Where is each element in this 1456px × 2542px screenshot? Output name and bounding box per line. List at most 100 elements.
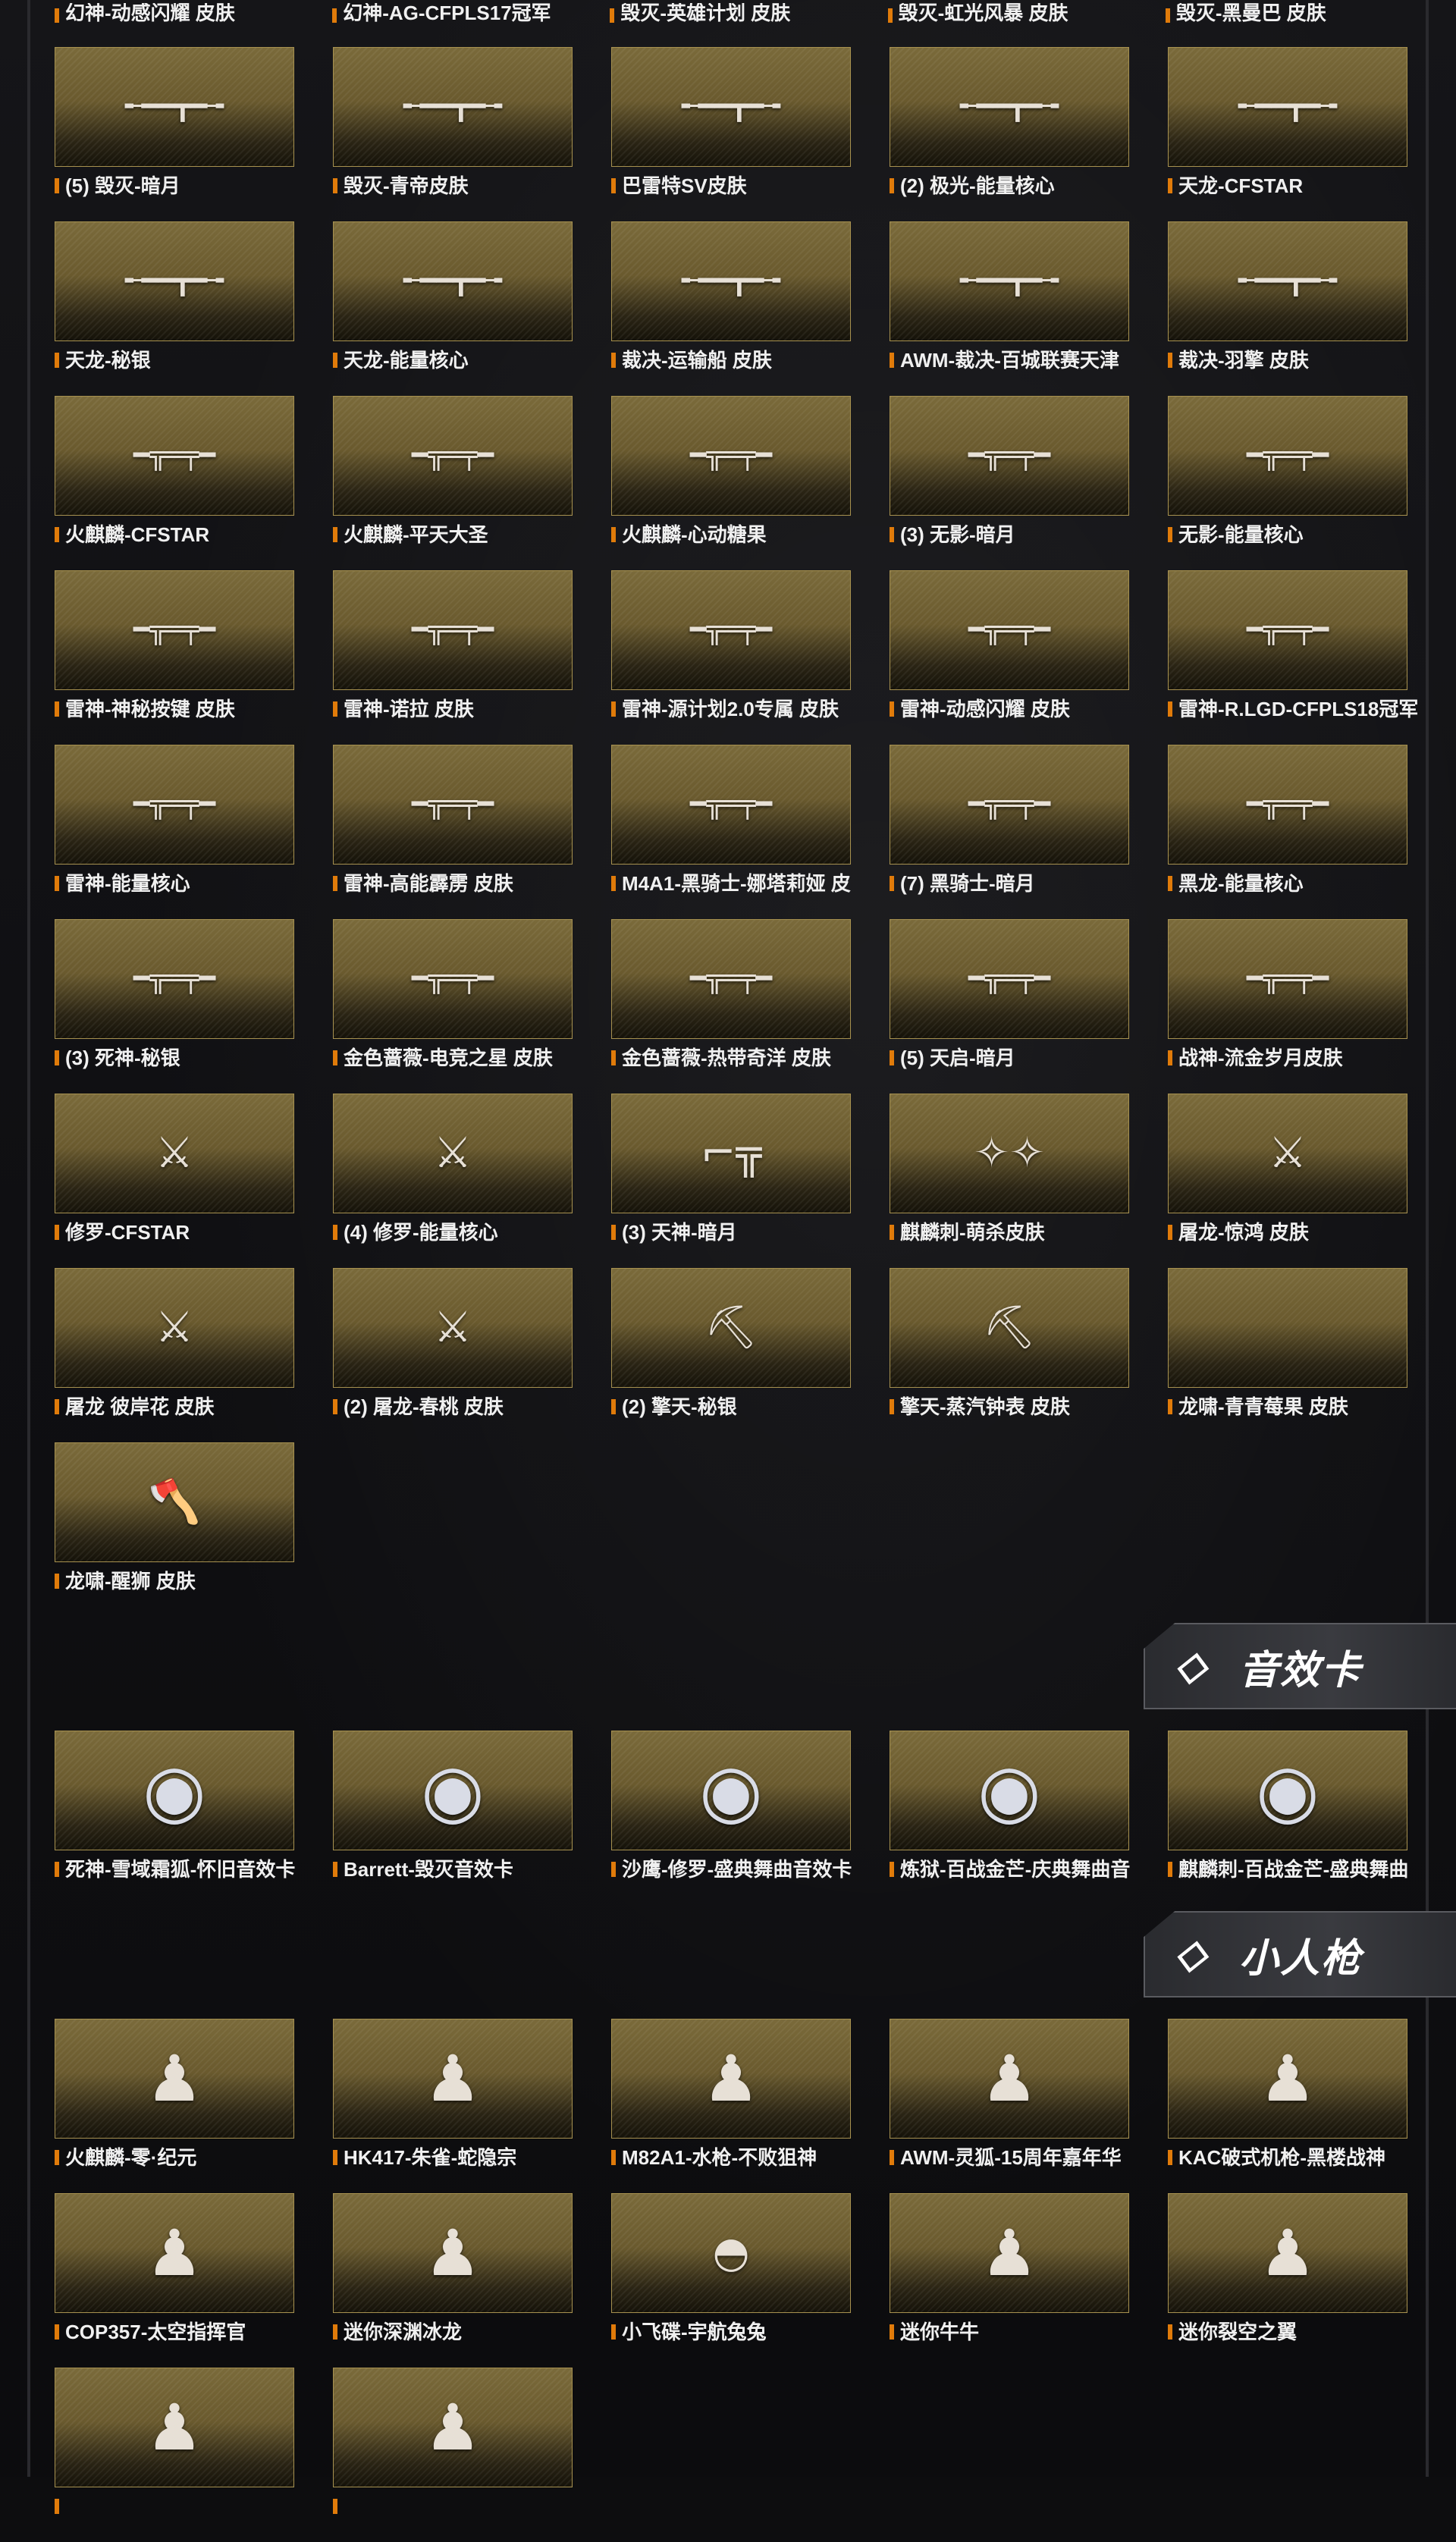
figure-icon: ♟ xyxy=(1259,2216,1316,2290)
item-card[interactable]: ⌐╦ (3) 天神-暗月 xyxy=(611,1094,851,1268)
item-card[interactable]: ━╦═╤━ 雷神-诺拉 皮肤 xyxy=(333,570,573,745)
item-card[interactable]: ━╦═╤━ (5) 天启-暗月 xyxy=(890,919,1129,1094)
figure-icon: ♟ xyxy=(424,2041,482,2116)
rifle-icon: ━╦═╤━ xyxy=(968,963,1051,994)
rifle-icon: ━╦═╤━ xyxy=(689,614,773,645)
item-label: (5) 毁灭-暗月 xyxy=(55,173,312,199)
item-card[interactable]: ⛏ 擎天-蒸汽钟表 皮肤 xyxy=(890,1268,1129,1442)
item-thumbnail: ◉ xyxy=(890,1731,1129,1850)
item-thumbnail: ━╦═╤━ xyxy=(333,919,573,1039)
item-card[interactable]: ◉ 沙鹰-修罗-盛典舞曲音效卡 xyxy=(611,1731,852,1905)
item-card[interactable]: ⚔ (4) 修罗-能量核心 xyxy=(333,1094,573,1268)
item-thumbnail: ━╦═╤━ xyxy=(55,396,294,516)
rifle-icon: ━╦═╤━ xyxy=(133,963,216,994)
sniper-rifle-icon: ╾━━┳━╼ xyxy=(403,91,503,122)
item-card[interactable]: ╾━━┳━╼ 天龙-能量核心 xyxy=(333,221,573,396)
item-card[interactable]: ♟ M82A1-水枪-不败狙神 xyxy=(611,2019,851,2193)
item-card[interactable]: ╾━━┳━╼ AWM-裁决-百城联赛天津 xyxy=(890,221,1129,396)
item-card[interactable]: ━╦═╤━ 金色蔷薇-热带奇洋 皮肤 xyxy=(611,919,851,1094)
item-card[interactable]: ⚔ (2) 屠龙-春桃 皮肤 xyxy=(333,1268,573,1442)
item-card[interactable]: ╾━━┳━╼ 裁决-运输船 皮肤 xyxy=(611,221,851,396)
item-card[interactable]: ♟ xyxy=(55,2368,294,2542)
item-card[interactable]: ╾━━┳━╼ (2) 极光-能量核心 xyxy=(890,47,1129,221)
item-card[interactable]: ♟ 迷你深渊冰龙 xyxy=(333,2193,573,2368)
item-card[interactable]: ╾━━┳━╼ (5) 毁灭-暗月 xyxy=(55,47,294,221)
item-label: 幻神-动感闪耀 皮肤 xyxy=(55,3,312,23)
item-card[interactable]: ⛏ (2) 擎天-秘银 xyxy=(611,1268,851,1442)
item-thumbnail: ◉ xyxy=(333,1731,573,1850)
item-card[interactable]: ━╦═╤━ 雷神-R.LGD-CFPLS18冠军 xyxy=(1168,570,1418,745)
item-card[interactable]: ⚔ 屠龙 彼岸花 皮肤 xyxy=(55,1268,294,1442)
item-card[interactable]: ━╦═╤━ 战神-流金岁月皮肤 xyxy=(1168,919,1407,1094)
item-card[interactable]: ♟ 迷你裂空之翼 xyxy=(1168,2193,1407,2368)
item-thumbnail xyxy=(1168,1268,1407,1388)
rifle-icon: ━╦═╤━ xyxy=(133,614,216,645)
item-card[interactable]: ━╦═╤━ M4A1-黑骑士-娜塔莉娅 皮 xyxy=(611,745,851,919)
item-card[interactable]: ◉ Barrett-毁灭音效卡 xyxy=(333,1731,573,1905)
item-card[interactable]: ━╦═╤━ 火麒麟-心动糖果 xyxy=(611,396,851,570)
item-label: 毁灭-英雄计划 皮肤 xyxy=(610,3,868,23)
item-card[interactable]: ━╦═╤━ 火麒麟-CFSTAR xyxy=(55,396,294,570)
sniper-rifle-icon: ╾━━┳━╼ xyxy=(681,91,781,122)
item-label: 屠龙 彼岸花 皮肤 xyxy=(55,1394,312,1420)
sniper-rifle-icon: ╾━━┳━╼ xyxy=(403,265,503,297)
item-card[interactable]: ✧✧ 麒麟刺-萌杀皮肤 xyxy=(890,1094,1129,1268)
item-label: 毁灭-青帝皮肤 xyxy=(333,173,591,199)
item-thumbnail: ⌐╦ xyxy=(611,1094,851,1213)
item-card[interactable]: ━╦═╤━ 金色蔷薇-电竞之星 皮肤 xyxy=(333,919,573,1094)
item-card[interactable]: ━╦═╤━ (7) 黑骑士-暗月 xyxy=(890,745,1129,919)
rifle-icon: ━╦═╤━ xyxy=(411,963,494,994)
item-card[interactable]: ♟ xyxy=(333,2368,573,2542)
item-card[interactable]: ♟ AWM-灵狐-15周年嘉年华 xyxy=(890,2019,1129,2193)
item-label: 裁决-羽擎 皮肤 xyxy=(1168,347,1426,373)
rifle-icon: ━╦═╤━ xyxy=(133,789,216,820)
item-label: 迷你牛牛 xyxy=(890,2319,1147,2345)
item-card[interactable]: ━╦═╤━ 黑龙-能量核心 xyxy=(1168,745,1407,919)
item-card[interactable]: ━╦═╤━ 雷神-源计划2.0专属 皮肤 xyxy=(611,570,851,745)
item-card[interactable]: ╾━━┳━╼ 天龙-秘银 xyxy=(55,221,294,396)
item-label: M4A1-黑骑士-娜塔莉娅 皮 xyxy=(611,871,869,896)
item-card[interactable]: ♟ HK417-朱雀-蛇隐宗 xyxy=(333,2019,573,2193)
rifle-icon: ━╦═╤━ xyxy=(1246,789,1329,820)
item-card[interactable]: ╾━━┳━╼ 巴雷特SV皮肤 xyxy=(611,47,851,221)
figure-icon: ♟ xyxy=(146,2390,203,2465)
item-label: AWM-灵狐-15周年嘉年华 xyxy=(890,2145,1147,2170)
item-card[interactable]: ╾━━┳━╼ 裁决-羽擎 皮肤 xyxy=(1168,221,1407,396)
axe-icon: 🪓 xyxy=(148,1477,201,1527)
item-card[interactable]: ━╦═╤━ 无影-能量核心 xyxy=(1168,396,1407,570)
pistol-icon: ⌐╦ xyxy=(700,1128,762,1178)
item-label: AWM-裁决-百城联赛天津 xyxy=(890,347,1147,373)
item-card[interactable]: ♟ 火麒麟-零·纪元 xyxy=(55,2019,294,2193)
card-row: 🪓 龙啸-醒狮 皮肤 xyxy=(55,1442,1404,1617)
item-card[interactable]: ━╦═╤━ 雷神-高能霹雳 皮肤 xyxy=(333,745,573,919)
item-card[interactable]: ╾━━┳━╼ 天龙-CFSTAR xyxy=(1168,47,1407,221)
item-thumbnail: ━╦═╤━ xyxy=(611,919,851,1039)
item-card[interactable]: ♟ KAC破式机枪-黑楼战神 xyxy=(1168,2019,1407,2193)
item-card[interactable]: ━╦═╤━ 火麒麟-平天大圣 xyxy=(333,396,573,570)
item-thumbnail: ╾━━┳━╼ xyxy=(1168,47,1407,167)
rifle-icon: ━╦═╤━ xyxy=(411,614,494,645)
item-card[interactable]: ♟ COP357-太空指挥官 xyxy=(55,2193,294,2368)
item-card[interactable]: ━╦═╤━ (3) 无影-暗月 xyxy=(890,396,1129,570)
item-card[interactable]: ━╦═╤━ 雷神-能量核心 xyxy=(55,745,294,919)
item-label: 雷神-高能霹雳 皮肤 xyxy=(333,871,591,896)
item-card[interactable]: ◉ 麒麟刺-百战金芒-盛典舞曲 xyxy=(1168,1731,1408,1905)
item-card[interactable]: ⚔ 屠龙-惊鸿 皮肤 xyxy=(1168,1094,1407,1268)
item-card[interactable]: 龙啸-青青莓果 皮肤 xyxy=(1168,1268,1407,1442)
item-card[interactable]: ◉ 炼狱-百战金芒-庆典舞曲音 xyxy=(890,1731,1130,1905)
item-thumbnail: ╾━━┳━╼ xyxy=(55,47,294,167)
item-thumbnail: ━╦═╤━ xyxy=(890,919,1129,1039)
item-label: 迷你深渊冰龙 xyxy=(333,2319,591,2345)
item-label xyxy=(55,2493,312,2519)
item-card[interactable]: ━╦═╤━ 雷神-神秘按键 皮肤 xyxy=(55,570,294,745)
item-card[interactable]: ━╦═╤━ 雷神-动感闪耀 皮肤 xyxy=(890,570,1129,745)
item-card[interactable]: ╾━━┳━╼ 毁灭-青帝皮肤 xyxy=(333,47,573,221)
item-card[interactable]: ⚔ 修罗-CFSTAR xyxy=(55,1094,294,1268)
item-card[interactable]: ◓ 小飞碟-宇航兔兔 xyxy=(611,2193,851,2368)
item-card[interactable]: ◉ 死神-雪域霜狐-怀旧音效卡 xyxy=(55,1731,295,1905)
item-card[interactable]: ♟ 迷你牛牛 xyxy=(890,2193,1129,2368)
item-label: 天龙-能量核心 xyxy=(333,347,591,373)
item-card[interactable]: ━╦═╤━ (3) 死神-秘银 xyxy=(55,919,294,1094)
item-card[interactable]: 🪓 龙啸-醒狮 皮肤 xyxy=(55,1442,294,1617)
ufo-icon: ◓ xyxy=(712,2228,750,2277)
